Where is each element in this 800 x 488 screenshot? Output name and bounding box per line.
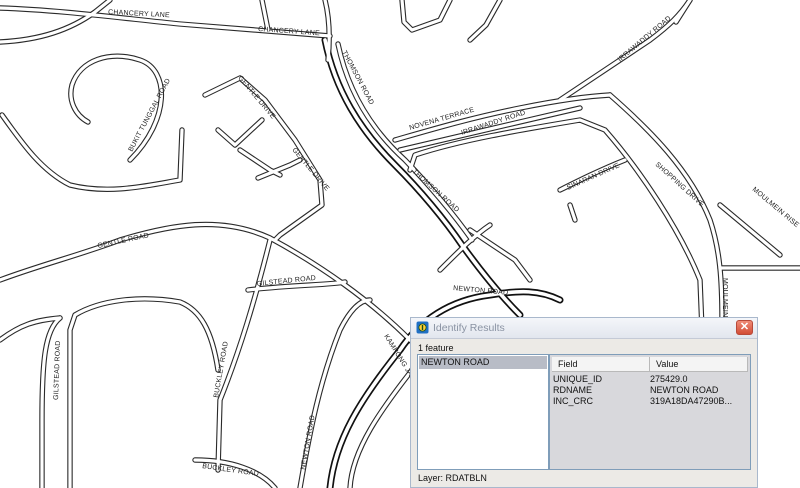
label-gentle-drive: GENTLE DRIVE [290, 147, 330, 193]
dialog-titlebar[interactable]: Identify Results ✕ [411, 318, 757, 339]
identify-results-dialog[interactable]: Identify Results ✕ 1 feature NEWTON ROAD… [410, 317, 758, 488]
value-cell: NEWTON ROAD [650, 385, 719, 395]
feature-list[interactable]: NEWTON ROAD [417, 354, 549, 470]
label-moulmein-rise: MOULMEIN RISE [751, 186, 800, 229]
label-gilstead-road: GILSTEAD ROAD [53, 340, 62, 400]
table-row[interactable]: RDNAME NEWTON ROAD [552, 385, 748, 396]
label-irrawaddy-road: IRRAWADDY ROAD [617, 15, 673, 63]
column-header-field[interactable]: Field [552, 357, 650, 372]
column-header-value[interactable]: Value [650, 357, 748, 372]
field-cell: UNIQUE_ID [553, 374, 603, 384]
dialog-title: Identify Results [433, 322, 505, 334]
feature-count: 1 feature [418, 343, 454, 353]
identify-tool-icon [416, 321, 429, 334]
label-gentle-drive: GENTLE DRIVE [236, 75, 276, 121]
label-bukit-tunggal-road: BUKIT TUNGGAL ROAD [128, 78, 173, 153]
value-cell: 319A18DA47290B... [650, 396, 733, 406]
label-gentle-road: GENTLE ROAD [97, 232, 150, 250]
feature-list-item[interactable]: NEWTON ROAD [419, 356, 547, 369]
layer-name: Layer: RDATBLN [418, 473, 487, 483]
label-moulmein: MOULMEIN [721, 278, 728, 317]
label-chancery-lane: CHANCERY LANE [258, 26, 320, 37]
close-button[interactable]: ✕ [736, 320, 753, 335]
field-cell: INC_CRC [553, 396, 594, 406]
close-icon: ✕ [739, 321, 750, 333]
table-row[interactable]: UNIQUE_ID 275429.0 [552, 374, 748, 385]
value-cell: 275429.0 [650, 374, 688, 384]
label-sinaran-drive: SINARAN DRIVE [566, 162, 621, 192]
table-row[interactable]: INC_CRC 319A18DA47290B... [552, 396, 748, 407]
field-cell: RDNAME [553, 385, 593, 395]
label-newton-road: NEWTON ROAD [300, 415, 317, 471]
attribute-table[interactable]: Field Value UNIQUE_ID 275429.0 RDNAME NE… [549, 354, 751, 470]
